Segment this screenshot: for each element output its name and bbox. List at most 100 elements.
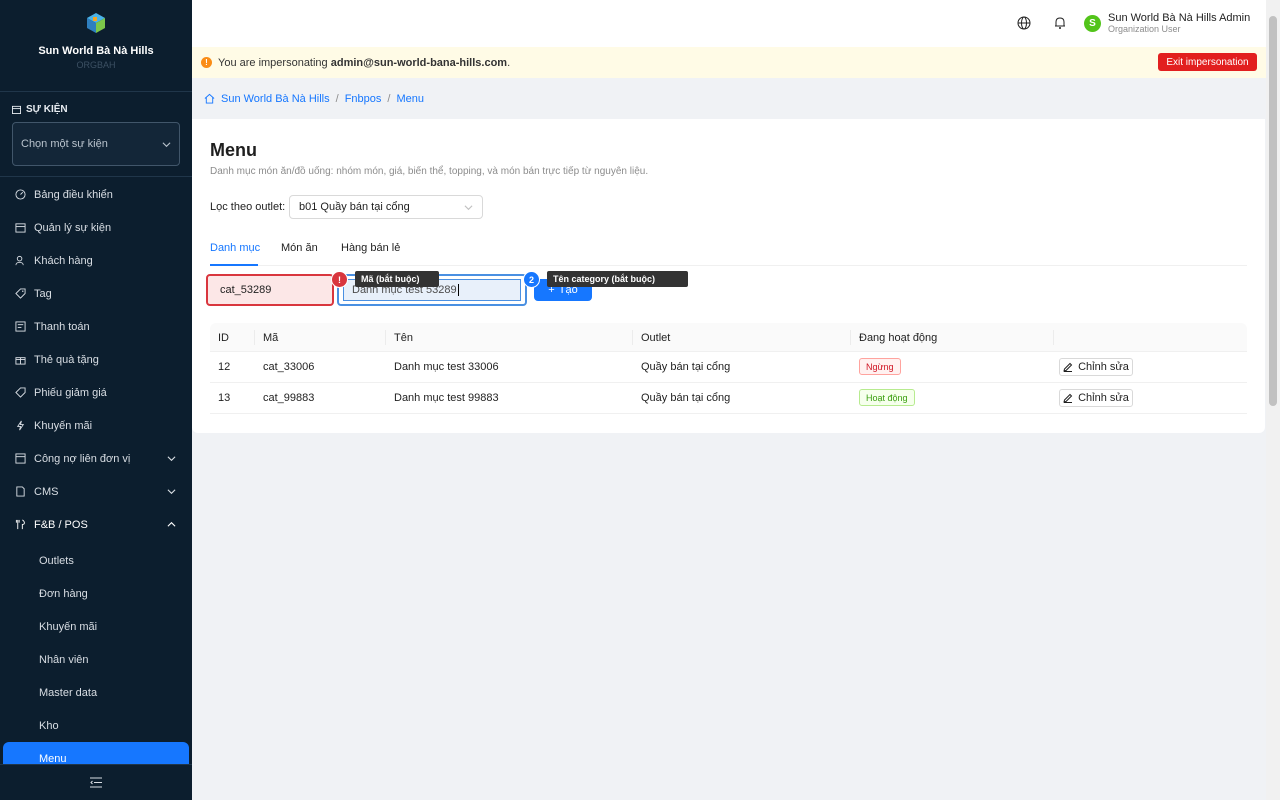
sidebar-item-dashboard[interactable]: Bảng điều khiển [0,178,192,211]
content-card: Menu Danh mục món ăn/đồ uống: nhóm món, … [192,119,1265,433]
column-separator [632,330,633,345]
event-section-label: SỰ KIỆN [0,92,192,115]
impersonation-banner: ! You are impersonating admin@sun-world-… [192,47,1266,78]
brand-sub: ORGBAH [76,60,116,70]
sidebar-subitem-master-data[interactable]: Master data [0,676,192,709]
column-separator [850,330,851,345]
edit-button[interactable]: Chỉnh sửa [1059,389,1133,407]
sidebar-item-label: Bảng điều khiển [34,188,113,201]
code-field-tooltip: Mã (bắt buộc) [355,271,439,287]
brand: Sun World Bà Nà Hills ORGBAH [0,0,192,92]
error-marker-badge: ! [331,271,348,288]
breadcrumb-separator: / [387,92,391,105]
text-caret [457,284,459,296]
edit-icon [1063,362,1073,372]
outlet-filter-value: b01 Quầy bán tại cổng [299,201,410,213]
cell-outlet: Quầy bán tại cổng [641,361,731,373]
cell-name: Danh mục test 99883 [394,392,499,404]
sidebar-item-fnb-pos[interactable]: F&B / POS [0,508,192,541]
calendar-small-icon [12,105,21,114]
impersonation-email: admin@sun-world-bana-hills.com [330,56,508,69]
impersonation-suffix: . [507,56,511,69]
payment-icon [15,321,26,332]
edit-button[interactable]: Chỉnh sửa [1059,358,1133,376]
column-separator [1053,330,1054,345]
chevron-down-icon [162,141,171,147]
sidebar-item-gift-card[interactable]: Thẻ quà tặng [0,343,192,376]
sidebar-item-label: Tag [34,287,52,300]
event-select[interactable]: Chọn một sự kiện [12,122,180,166]
user-name: Sun World Bà Nà Hills Admin [1108,12,1251,24]
table-row: 12 cat_33006 Danh mục test 33006 Quầy bá… [210,352,1247,383]
chevron-down-icon [167,489,176,495]
cell-outlet: Quầy bán tại cổng [641,392,731,404]
sidebar-item-coupon[interactable]: Phiếu giảm giá [0,376,192,409]
status-badge: Ngừng [859,358,901,375]
cell-id: 13 [218,392,231,404]
sidebar-item-promotion[interactable]: Khuyến mãi [0,409,192,442]
document-icon [16,486,25,497]
edit-button-label: Chỉnh sửa [1078,361,1129,373]
outlet-filter-select[interactable]: b01 Quầy bán tại cổng [289,195,483,219]
bell-icon[interactable] [1053,16,1067,30]
table-row: 13 cat_99883 Danh mục test 99883 Quầy bá… [210,383,1247,414]
outlet-filter-label: Lọc theo outlet: [210,201,286,213]
event-select-placeholder: Chọn một sự kiện [21,138,108,150]
tab-categories[interactable]: Danh mục [210,242,260,254]
brand-logo-icon [87,13,105,33]
page-scrollbar[interactable] [1266,0,1280,800]
breadcrumb-separator: / [335,92,339,105]
name-field-tooltip: Tên category (bắt buộc) [547,271,688,287]
globe-icon[interactable] [1017,16,1031,30]
header-id: ID [218,332,229,344]
sidebar-subitem-orders[interactable]: Đơn hàng [0,577,192,610]
sidebar-item-label: Thanh toán [34,320,90,333]
breadcrumb-menu[interactable]: Menu [396,93,424,105]
header-outlet: Outlet [641,332,671,344]
sidebar-item-debt[interactable]: Công nợ liên đơn vị [0,442,192,475]
breadcrumb-fnbpos[interactable]: Fnbpos [345,93,382,105]
sidebar-item-customers[interactable]: Khách hàng [0,244,192,277]
sidebar-item-label: Quản lý sự kiện [34,221,112,234]
sidebar-item-cms[interactable]: CMS [0,475,192,508]
sidebar-item-events[interactable]: Quản lý sự kiện [0,211,192,244]
dashboard-icon [15,189,26,200]
brand-name: Sun World Bà Nà Hills [38,45,154,57]
warning-icon: ! [201,57,212,68]
sidebar-item-tag[interactable]: Tag [0,277,192,310]
status-badge: Hoạt động [859,389,915,406]
top-header: S Sun World Bà Nà Hills Admin Organizati… [192,0,1266,47]
sidebar-item-label: F&B / POS [34,518,88,531]
table-header: ID Mã Tên Outlet Đang hoạt động [210,323,1247,352]
sidebar-subitem-outlets[interactable]: Outlets [0,544,192,577]
gift-icon [15,357,26,365]
tag-icon [15,288,26,299]
edit-icon [1063,393,1073,403]
scrollbar-thumb[interactable] [1269,16,1277,406]
chevron-down-icon [464,204,473,210]
sidebar-subitem-warehouse[interactable]: Kho [0,709,192,742]
sidebar-subitem-staff[interactable]: Nhân viên [0,643,192,676]
cell-id: 12 [218,361,231,373]
event-label-text: SỰ KIỆN [26,103,68,115]
coupon-icon [15,387,26,398]
category-code-input[interactable]: cat_53289 [206,274,334,306]
sidebar-nav: Bảng điều khiển Quản lý sự kiện Khách hà… [0,178,192,775]
sidebar-subitem-promotions[interactable]: Khuyến mãi [0,610,192,643]
sidebar-collapse-toggle[interactable] [0,764,192,800]
bolt-icon [16,420,25,431]
page-description: Danh mục món ăn/đồ uống: nhóm món, giá, … [210,166,649,177]
sidebar-item-label: Phiếu giảm giá [34,386,107,399]
user-icon [15,255,24,266]
home-icon [204,93,215,104]
sidebar-item-payment[interactable]: Thanh toán [0,310,192,343]
breadcrumb-org[interactable]: Sun World Bà Nà Hills [221,93,330,105]
breadcrumb: Sun World Bà Nà Hills / Fnbpos / Menu [192,78,1266,119]
tab-retail[interactable]: Hàng bán lẻ [341,242,400,254]
step-marker-badge: 2 [523,271,540,288]
exit-impersonation-button[interactable]: Exit impersonation [1158,53,1257,71]
edit-button-label: Chỉnh sửa [1078,392,1129,404]
tab-dishes[interactable]: Món ăn [281,242,318,254]
active-tab-indicator [210,264,258,266]
user-menu[interactable]: S Sun World Bà Nà Hills Admin Organizati… [1084,12,1250,34]
